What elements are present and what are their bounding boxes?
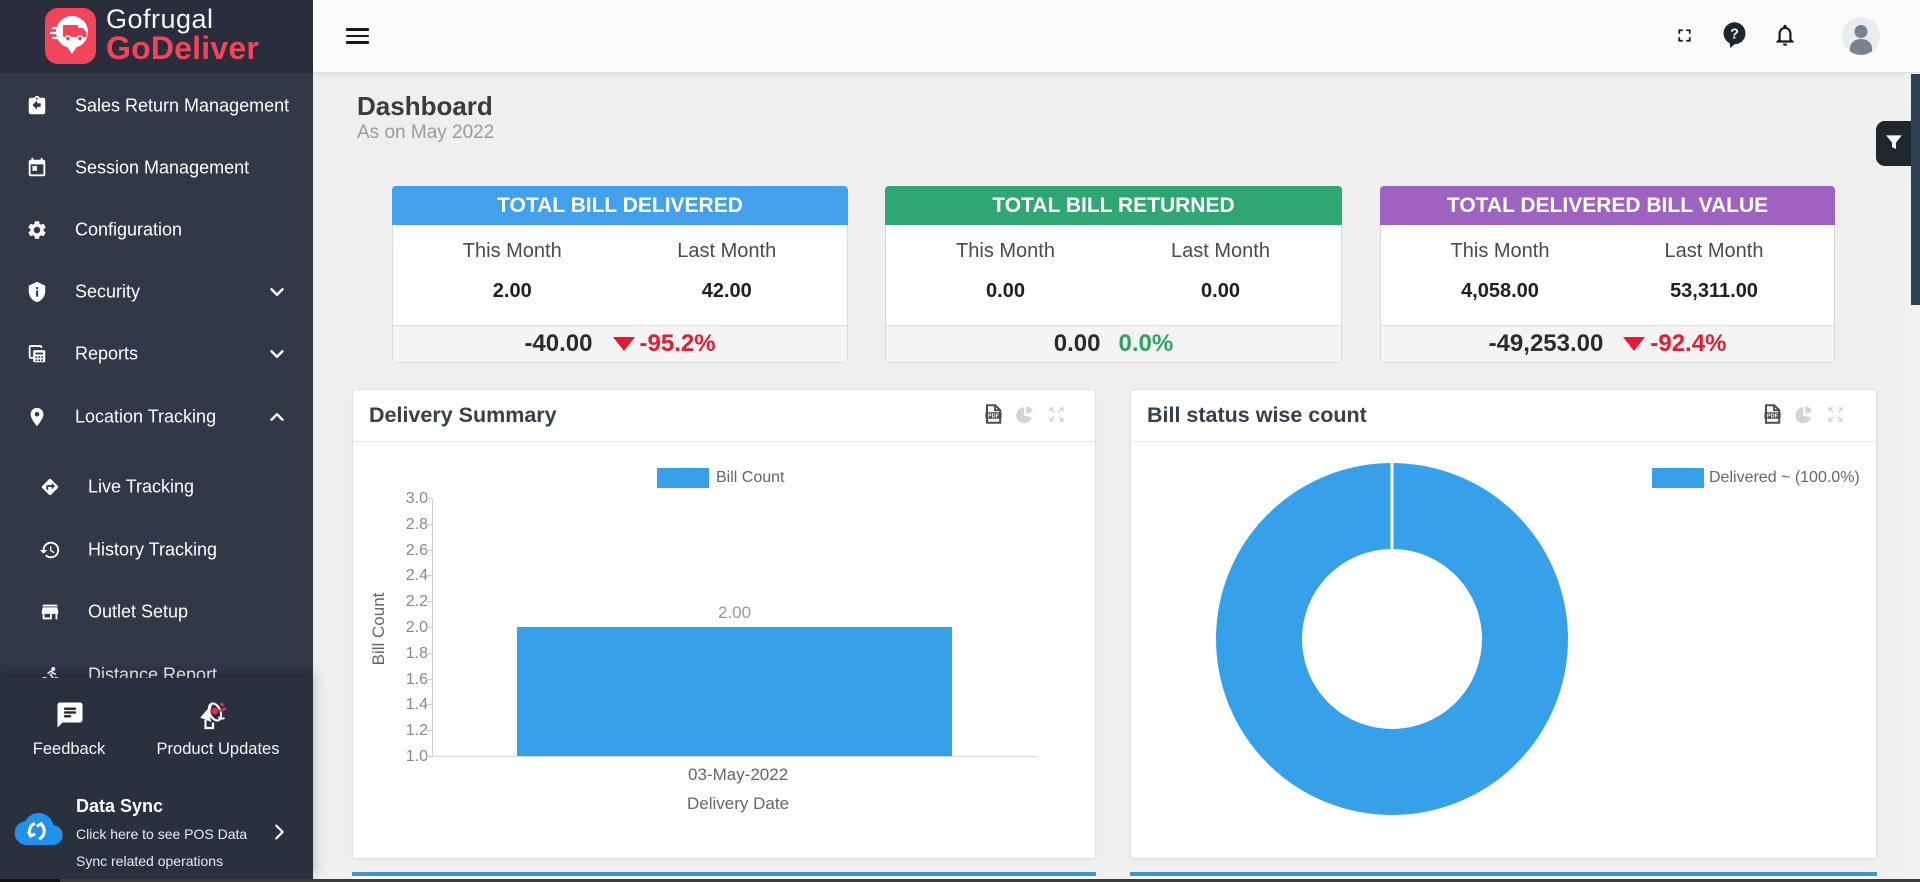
svg-text:?: ? [1730, 26, 1739, 42]
svg-text:PDF: PDF [988, 413, 1000, 419]
svg-text:PDF: PDF [1767, 413, 1779, 419]
